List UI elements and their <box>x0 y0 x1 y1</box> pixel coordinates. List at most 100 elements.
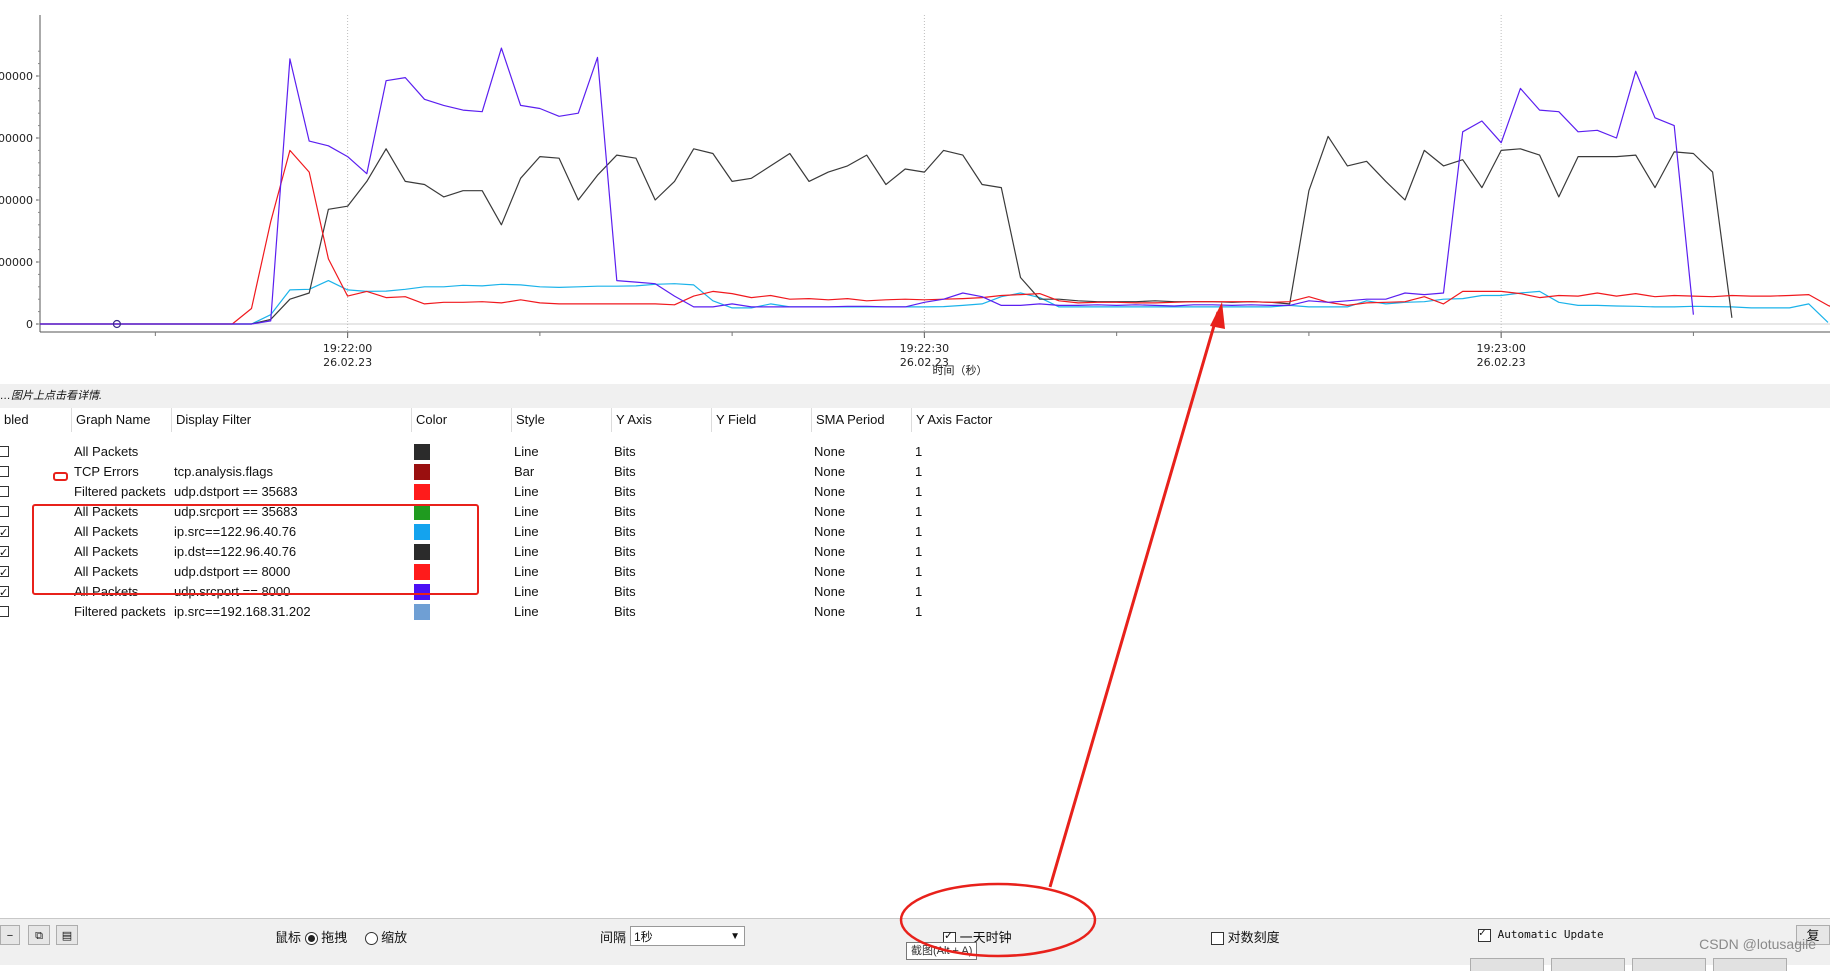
log-scale-label[interactable]: 对数刻度 <box>1228 930 1280 945</box>
table-row[interactable]: Filtered packets ip.src==192.168.31.202 Li… <box>0 602 1000 622</box>
color-swatch[interactable] <box>414 464 430 480</box>
x-tick-date-label: 26.02.23 <box>323 356 372 369</box>
cell-sma-period[interactable]: None <box>814 562 845 582</box>
table-row[interactable]: Filtered packets udp.dstport == 35683 Line… <box>0 482 1000 502</box>
close-button[interactable] <box>1713 958 1787 971</box>
x-tick-label: 19:23:00 <box>1476 342 1525 355</box>
drag-radio[interactable] <box>304 932 318 946</box>
drag-label[interactable]: 拖拽 <box>321 930 347 945</box>
x-axis-title: 时间（秒） <box>933 363 988 377</box>
cell-graph-name[interactable]: Filtered packets <box>74 482 166 502</box>
row-enabled-checkbox[interactable] <box>0 583 9 603</box>
series-line-3 <box>40 149 1830 325</box>
interval-select[interactable]: 1秒 ▼ <box>630 926 745 946</box>
cell-sma-period[interactable]: None <box>814 542 845 562</box>
copy-cn-button[interactable] <box>1551 958 1625 971</box>
col-header-color[interactable]: Color <box>412 408 512 432</box>
cell-style[interactable]: Line <box>514 582 539 602</box>
cell-sma-period[interactable]: None <box>814 482 845 502</box>
annotation-rectangle <box>32 504 479 595</box>
col-header-enabled[interactable]: bled <box>0 408 72 432</box>
cell-sma-period[interactable]: None <box>814 442 845 462</box>
cell-y-axis-factor[interactable]: 1 <box>915 562 922 582</box>
cell-y-axis[interactable]: Bits <box>614 562 636 582</box>
row-enabled-checkbox[interactable] <box>0 523 9 543</box>
cell-y-axis[interactable]: Bits <box>614 542 636 562</box>
cell-style[interactable]: Line <box>514 542 539 562</box>
copy-graph-icon[interactable]: ⧉ <box>28 925 50 945</box>
cell-y-axis[interactable]: Bits <box>614 582 636 602</box>
table-row[interactable]: TCP Errors tcp.analysis.flags Bar Bits None 1 <box>0 462 1000 482</box>
cell-style[interactable]: Line <box>514 482 539 502</box>
col-header-y-axis-factor[interactable]: Y Axis Factor <box>912 408 1012 432</box>
cell-display-filter[interactable]: ip.src==192.168.31.202 <box>174 602 311 622</box>
col-header-style[interactable]: Style <box>512 408 612 432</box>
col-header-y-axis[interactable]: Y Axis <box>612 408 712 432</box>
cell-sma-period[interactable]: None <box>814 582 845 602</box>
row-enabled-checkbox[interactable] <box>0 466 9 477</box>
color-swatch[interactable] <box>414 604 430 620</box>
cell-style[interactable]: Line <box>514 442 539 462</box>
hint-text: …图片上点击看详情. <box>0 390 103 402</box>
io-graph-svg[interactable]: 020000040000060000080000019:22:0026.02.2… <box>0 0 1830 383</box>
cell-sma-period[interactable]: None <box>814 602 845 622</box>
cell-sma-period[interactable]: None <box>814 502 845 522</box>
cell-y-axis-factor[interactable]: 1 <box>915 602 922 622</box>
cell-y-axis[interactable]: Bits <box>614 502 636 522</box>
cell-style[interactable]: Line <box>514 522 539 542</box>
cell-y-axis-factor[interactable]: 1 <box>915 482 922 502</box>
cell-y-axis[interactable]: Bits <box>614 442 636 462</box>
col-header-display-filter[interactable]: Display Filter <box>172 408 412 432</box>
row-enabled-checkbox[interactable] <box>0 486 9 497</box>
x-tick-label: 19:22:30 <box>900 342 949 355</box>
row-enabled-checkbox[interactable] <box>0 446 9 457</box>
cell-graph-name[interactable]: TCP Errors <box>74 462 139 482</box>
row-enabled-checkbox[interactable] <box>0 543 9 563</box>
mouse-label: 鼠标 <box>275 930 302 945</box>
auto-update-checkbox[interactable] <box>1478 926 1491 942</box>
remove-graph-button[interactable]: − <box>0 925 20 945</box>
log-scale-checkbox[interactable] <box>1211 932 1224 946</box>
cell-y-axis[interactable]: Bits <box>614 522 636 542</box>
zoom-radio[interactable] <box>364 932 378 946</box>
copy-button[interactable] <box>1470 958 1544 971</box>
col-header-sma-period[interactable]: SMA Period <box>812 408 912 432</box>
cell-display-filter[interactable]: tcp.analysis.flags <box>174 462 273 482</box>
cell-style[interactable]: Line <box>514 562 539 582</box>
clear-graphs-icon[interactable]: ▤ <box>56 925 78 945</box>
table-row[interactable]: All Packets Line Bits None 1 <box>0 442 1000 462</box>
cell-y-axis-factor[interactable]: 1 <box>915 582 922 602</box>
cell-sma-period[interactable]: None <box>814 462 845 482</box>
cell-display-filter[interactable]: udp.dstport == 35683 <box>174 482 298 502</box>
cell-style[interactable]: Line <box>514 602 539 622</box>
auto-update-label[interactable]: Automatic Update <box>1498 928 1604 941</box>
io-graph-plot[interactable]: 020000040000060000080000019:22:0026.02.2… <box>0 0 1830 383</box>
color-swatch[interactable] <box>414 444 430 460</box>
col-header-graph-name[interactable]: Graph Name <box>72 408 172 432</box>
cell-graph-name[interactable]: Filtered packets <box>74 602 166 622</box>
row-enabled-checkbox[interactable] <box>0 563 9 583</box>
save-as-button[interactable] <box>1632 958 1706 971</box>
cell-style[interactable]: Line <box>514 502 539 522</box>
cell-y-axis[interactable]: Bits <box>614 602 636 622</box>
cell-y-axis-factor[interactable]: 1 <box>915 462 922 482</box>
y-tick-label: 0 <box>26 318 33 331</box>
cell-style[interactable]: Bar <box>514 462 534 482</box>
cell-y-axis-factor[interactable]: 1 <box>915 522 922 542</box>
series-line-1 <box>40 280 1829 325</box>
auto-update-group[interactable]: Automatic Update <box>1478 926 1604 942</box>
cell-y-axis-factor[interactable]: 1 <box>915 502 922 522</box>
cell-y-axis[interactable]: Bits <box>614 462 636 482</box>
cell-graph-name[interactable]: All Packets <box>74 442 138 462</box>
color-swatch[interactable] <box>414 484 430 500</box>
annotation-red-mark <box>53 472 68 481</box>
cell-sma-period[interactable]: None <box>814 522 845 542</box>
col-header-y-field[interactable]: Y Field <box>712 408 812 432</box>
zoom-label[interactable]: 缩放 <box>381 930 407 945</box>
cell-y-axis-factor[interactable]: 1 <box>915 442 922 462</box>
row-enabled-checkbox[interactable] <box>0 606 9 617</box>
cell-y-axis[interactable]: Bits <box>614 482 636 502</box>
cell-y-axis-factor[interactable]: 1 <box>915 542 922 562</box>
log-scale-group[interactable]: 对数刻度 <box>1211 927 1280 946</box>
row-enabled-checkbox[interactable] <box>0 506 9 517</box>
